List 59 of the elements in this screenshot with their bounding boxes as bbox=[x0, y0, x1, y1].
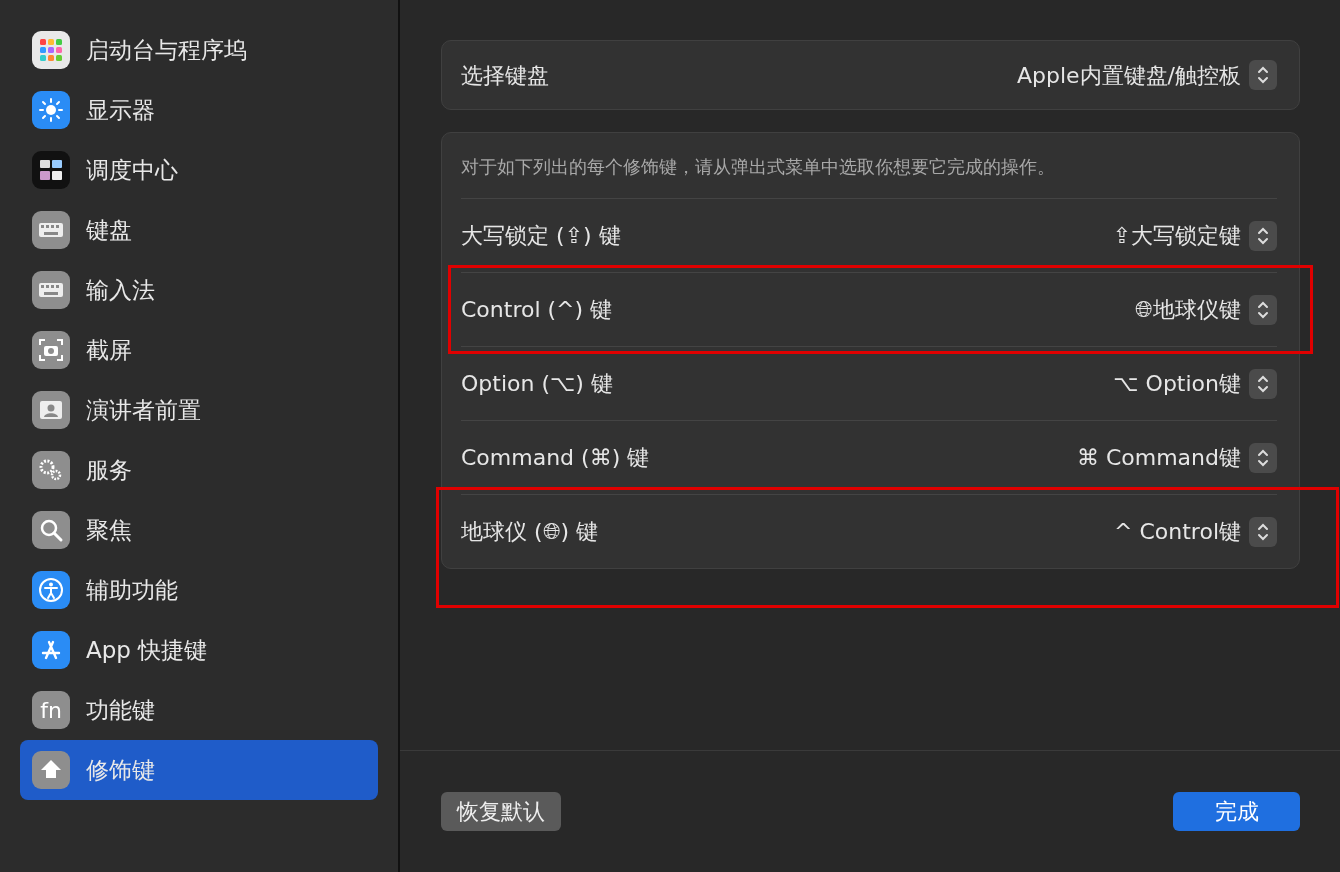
windows-icon bbox=[32, 151, 70, 189]
search-icon bbox=[32, 511, 70, 549]
sidebar-item[interactable]: 输入法 bbox=[20, 260, 378, 320]
sidebar-item[interactable]: 启动台与程序坞 bbox=[20, 20, 378, 80]
popup-stepper-icon[interactable] bbox=[1249, 60, 1277, 90]
sidebar-item[interactable]: 辅助功能 bbox=[20, 560, 378, 620]
row-label: Command (⌘) 键 bbox=[461, 444, 650, 472]
fn-icon: fn bbox=[32, 691, 70, 729]
sidebar-item[interactable]: 调度中心 bbox=[20, 140, 378, 200]
camera-icon bbox=[32, 331, 70, 369]
sidebar-label: 截屏 bbox=[86, 335, 132, 365]
sidebar-label: 调度中心 bbox=[86, 155, 178, 185]
sidebar-item[interactable]: 截屏 bbox=[20, 320, 378, 380]
sidebar-item[interactable]: 显示器 bbox=[20, 80, 378, 140]
sun-icon bbox=[32, 91, 70, 129]
popup-stepper-icon[interactable] bbox=[1249, 442, 1277, 473]
sidebar-item[interactable]: fn 功能键 bbox=[20, 680, 378, 740]
sidebar-item[interactable]: App 快捷键 bbox=[20, 620, 378, 680]
sidebar-item[interactable]: 聚焦 bbox=[20, 500, 378, 560]
accessibility-icon bbox=[32, 571, 70, 609]
app-grid-icon bbox=[32, 31, 70, 69]
sidebar-label: 修饰键 bbox=[86, 755, 155, 785]
keyboard-icon bbox=[32, 211, 70, 249]
done-button[interactable]: 完成 bbox=[1173, 792, 1300, 831]
sidebar-item[interactable]: 修饰键 bbox=[20, 740, 378, 800]
popup-value[interactable]: Apple内置键盘/触控板 bbox=[1016, 58, 1241, 92]
sidebar-label: 显示器 bbox=[86, 95, 155, 125]
row-label: 地球仪 (🌐) 键 bbox=[461, 518, 599, 546]
popup-value[interactable]: ⌥ Option键 bbox=[1113, 367, 1241, 400]
row-label: 大写锁定 (⇪) 键 bbox=[461, 222, 621, 250]
sidebar-label: 键盘 bbox=[86, 215, 132, 245]
popup-stepper-icon[interactable] bbox=[1249, 516, 1277, 547]
popup-value[interactable]: ⇪大写锁定键 bbox=[1112, 219, 1241, 252]
popup-value[interactable]: ^ Control键 bbox=[1114, 515, 1241, 548]
row-label: Control (^) 键 bbox=[461, 296, 613, 324]
sidebar-label: 功能键 bbox=[86, 695, 155, 725]
popup-stepper-icon[interactable] bbox=[1249, 220, 1277, 251]
sidebar-label: 输入法 bbox=[86, 275, 155, 305]
popup-stepper-icon[interactable] bbox=[1249, 368, 1277, 399]
popup-value[interactable]: 🌐地球仪键 bbox=[1135, 293, 1241, 326]
sidebar-label: 辅助功能 bbox=[86, 575, 178, 605]
description-text: 对于如下列出的每个修饰键，请从弹出式菜单中选取你想要它完成的操作。 bbox=[460, 155, 1056, 179]
keyboard-icon bbox=[32, 271, 70, 309]
popup-value[interactable]: ⌘ Command键 bbox=[1076, 441, 1241, 474]
row-label: 选择键盘 bbox=[461, 61, 549, 90]
sidebar-item[interactable]: 服务 bbox=[20, 440, 378, 500]
sidebar-label: 服务 bbox=[86, 455, 132, 485]
popup-stepper-icon[interactable] bbox=[1249, 294, 1277, 325]
app-store-icon bbox=[32, 631, 70, 669]
restore-defaults-button[interactable]: 恢复默认 bbox=[441, 792, 561, 831]
sidebar-label: 启动台与程序坞 bbox=[86, 35, 247, 65]
sidebar-label: 演讲者前置 bbox=[86, 395, 201, 425]
sidebar-item[interactable]: 键盘 bbox=[20, 200, 378, 260]
person-icon bbox=[32, 391, 70, 429]
sidebar-label: App 快捷键 bbox=[86, 635, 208, 665]
sidebar-label: 聚焦 bbox=[86, 515, 132, 545]
sidebar-item[interactable]: 演讲者前置 bbox=[20, 380, 378, 440]
gears-icon bbox=[32, 451, 70, 489]
row-label: Option (⌥) 键 bbox=[461, 370, 613, 398]
